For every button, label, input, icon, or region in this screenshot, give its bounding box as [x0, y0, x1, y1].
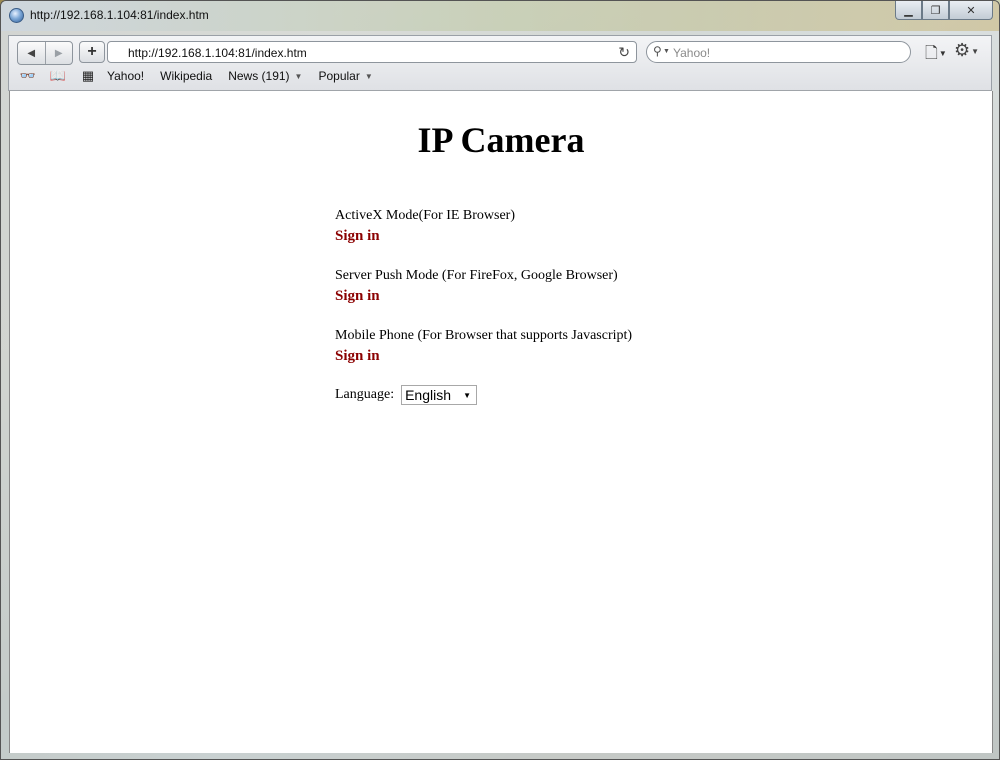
bookmark-label: News (191)	[228, 69, 290, 83]
mode-description: ActiveX Mode(For IE Browser)	[335, 208, 516, 223]
address-bar[interactable]: http://192.168.1.104:81/index.htm ↻	[107, 41, 637, 63]
browser-window: http://192.168.1.104:81/index.htm ▁ ❐ ✕ …	[0, 0, 1000, 760]
language-row: Language: English ▼	[335, 385, 632, 405]
mode-description: Mobile Phone (For Browser that supports …	[335, 328, 633, 343]
bookmark-yahoo[interactable]: Yahoo!	[107, 69, 144, 83]
window-controls: ▁ ❐ ✕	[895, 1, 993, 21]
new-tab-button[interactable]: +	[79, 41, 105, 63]
reading-list-icon[interactable]: 👓	[17, 68, 39, 84]
mode-description: Server Push Mode (For FireFox, Google Br…	[335, 268, 618, 283]
browser-toolbar: ◀ ▶ + http://192.168.1.104:81/index.htm …	[8, 35, 992, 91]
close-button[interactable]: ✕	[949, 1, 993, 20]
browser-globe-icon	[9, 8, 24, 23]
language-value: English	[405, 387, 452, 403]
bookmark-label: Yahoo!	[107, 69, 145, 83]
forward-button[interactable]: ▶	[44, 42, 73, 64]
chevron-down-icon: ▼	[294, 71, 303, 81]
back-button[interactable]: ◀	[18, 42, 45, 64]
mode-mobile: Mobile Phone (For Browser that supports …	[335, 327, 632, 365]
search-placeholder[interactable]: Yahoo!	[673, 46, 710, 60]
mode-server-push: Server Push Mode (For FireFox, Google Br…	[335, 267, 632, 305]
language-label: Language:	[335, 387, 395, 402]
page-content: IP Camera ActiveX Mode(For IE Browser) S…	[9, 91, 993, 753]
bookmark-news[interactable]: News (191) ▼	[228, 69, 302, 83]
bookmark-label: Wikipedia	[160, 69, 213, 83]
search-field[interactable]: ⚲ ▼ Yahoo!	[646, 41, 911, 63]
page-icon: 🗋	[925, 45, 938, 62]
chevron-down-icon: ▼	[971, 46, 980, 56]
bookmark-popular[interactable]: Popular ▼	[318, 69, 372, 83]
chevron-down-icon: ▼	[938, 49, 947, 59]
address-text[interactable]: http://192.168.1.104:81/index.htm	[128, 46, 307, 60]
title-bar: http://192.168.1.104:81/index.htm ▁ ❐ ✕	[1, 1, 999, 31]
nav-buttons: ◀ ▶	[17, 41, 73, 65]
signin-activex-link[interactable]: Sign in	[335, 227, 380, 245]
mode-activex: ActiveX Mode(For IE Browser) Sign in	[335, 207, 632, 245]
bookmark-wikipedia[interactable]: Wikipedia	[160, 69, 212, 83]
language-select[interactable]: English ▼	[401, 385, 478, 405]
page-menu-button[interactable]: 🗋▼	[925, 42, 947, 69]
signin-server-push-link[interactable]: Sign in	[335, 287, 380, 305]
reload-icon[interactable]: ↻	[618, 44, 630, 61]
search-icon[interactable]: ⚲	[653, 44, 662, 58]
settings-menu-button[interactable]: ⚙▼	[954, 40, 979, 61]
chevron-down-icon: ▼	[463, 391, 472, 400]
page-title: IP Camera	[417, 120, 585, 160]
search-engine-dropdown-icon[interactable]: ▼	[663, 48, 670, 55]
chevron-down-icon: ▼	[364, 71, 373, 81]
bookmark-label: Popular	[318, 69, 360, 83]
bookmarks-bar: 👓 📖 ▦ Yahoo! Wikipedia News (191) ▼ Popu…	[17, 66, 389, 86]
gear-icon: ⚙	[954, 40, 971, 60]
signin-mobile-link[interactable]: Sign in	[335, 347, 380, 365]
window-title: http://192.168.1.104:81/index.htm	[30, 8, 209, 22]
login-modes: ActiveX Mode(For IE Browser) Sign in Ser…	[335, 207, 632, 405]
maximize-button[interactable]: ❐	[922, 1, 949, 20]
minimize-button[interactable]: ▁	[895, 1, 922, 20]
bookmarks-book-icon[interactable]: 📖	[47, 68, 69, 84]
top-sites-grid-icon[interactable]: ▦	[77, 68, 99, 84]
